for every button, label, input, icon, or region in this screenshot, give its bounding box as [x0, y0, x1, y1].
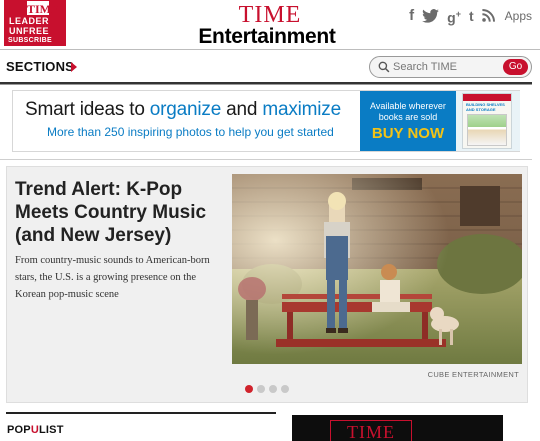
twitter-icon[interactable] [422, 8, 440, 23]
ad-subline: More than 250 inspiring photos to help y… [47, 125, 334, 139]
sections-menu[interactable]: SECTIONS [6, 59, 74, 74]
book-cover-photo [467, 114, 507, 146]
header-divider [0, 49, 540, 50]
facebook-icon[interactable]: f [409, 7, 414, 24]
ad-availability: Available wherever books are sold [360, 101, 456, 123]
populist-divider [6, 412, 276, 414]
tumblr-icon[interactable]: t [469, 8, 474, 24]
nav-divider [0, 82, 532, 85]
populist-pre: POP [7, 424, 31, 436]
ad-copy: Smart ideas to organize and maximize Mor… [13, 91, 360, 151]
featured-headline[interactable]: Trend Alert: K-Pop Meets Country Music (… [15, 178, 225, 247]
ad-headline: Smart ideas to organize and maximize [25, 99, 341, 121]
rss-icon[interactable] [481, 9, 495, 23]
photo-credit: CUBE ENTERTAINMENT [427, 370, 519, 379]
ad-headline-organize: organize [149, 99, 222, 120]
chevron-right-icon[interactable] [71, 62, 77, 72]
search-go-button[interactable]: Go [503, 59, 528, 75]
featured-story: Trend Alert: K-Pop Meets Country Music (… [6, 166, 528, 403]
section-title[interactable]: Entertainment [0, 26, 534, 48]
ad-divider [0, 159, 532, 160]
featured-summary: From country-music sounds to American-bo… [15, 255, 210, 300]
book-cover-bar [463, 94, 511, 101]
populist-heading[interactable]: POPULIST [7, 424, 64, 436]
social-links: f g+ t Apps [409, 6, 532, 26]
carousel-dot-4[interactable] [281, 385, 289, 393]
promo-time-logo: TIME [330, 420, 412, 441]
googleplus-icon[interactable]: g+ [447, 6, 461, 26]
ad-headline-mid: and [221, 99, 263, 120]
time-promo[interactable]: TIME [292, 415, 503, 441]
search-icon [378, 61, 390, 73]
ad-headline-maximize: maximize [262, 99, 341, 120]
ad-headline-pre: Smart ideas to [25, 99, 150, 120]
carousel-dot-1[interactable] [245, 385, 253, 393]
populist-highlight: U [30, 424, 39, 436]
book-title: BUILDING SHELVES AND STORAGE [466, 102, 505, 112]
book-cover: BUILDING SHELVES AND STORAGE [462, 93, 512, 149]
buy-now-button[interactable]: BUY NOW [360, 125, 456, 142]
carousel-dots [245, 385, 289, 393]
featured-photo-art [232, 174, 522, 364]
ad-banner[interactable]: Smart ideas to organize and maximize Mor… [12, 90, 520, 152]
ad-book-image: BUILDING SHELVES AND STORAGE [456, 91, 520, 151]
ad-cta-panel[interactable]: Available wherever books are sold BUY NOW [360, 91, 456, 151]
search-box: Go [369, 56, 532, 78]
apps-link[interactable]: Apps [505, 9, 532, 23]
page: TIME LEADER UNFREE SUBSCRIBE TIME Entert… [0, 0, 540, 441]
ad-avail-line2: books are sold [378, 112, 438, 122]
search-input[interactable] [393, 59, 501, 75]
featured-photo[interactable] [232, 174, 522, 364]
carousel-dot-2[interactable] [257, 385, 265, 393]
ad-avail-line1: Available wherever [370, 101, 446, 111]
populist-post: LIST [39, 424, 64, 436]
carousel-dot-3[interactable] [269, 385, 277, 393]
